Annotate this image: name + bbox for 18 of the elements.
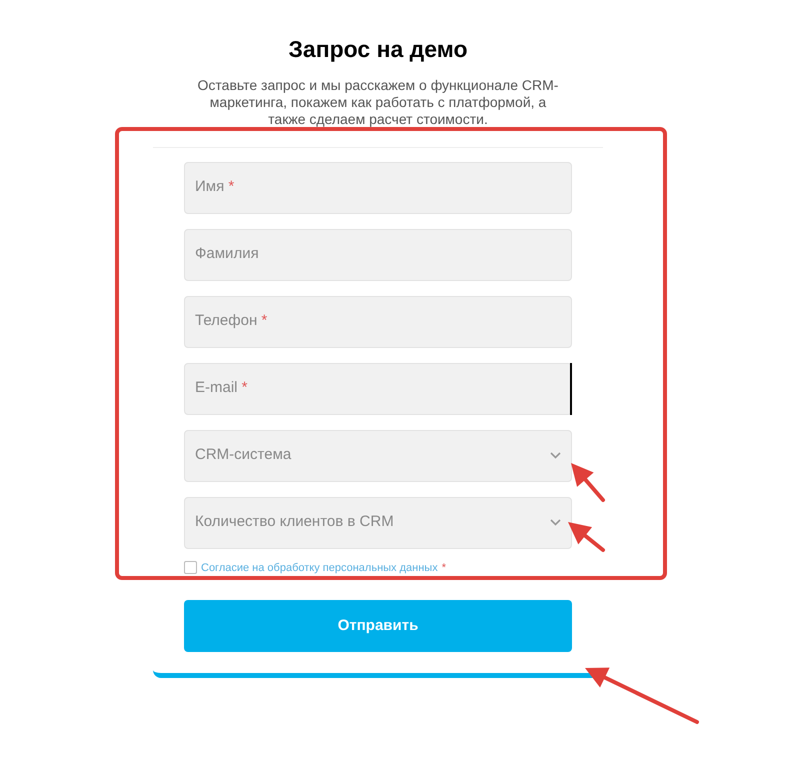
select-placeholder: Количество клиентов в CRM xyxy=(195,512,394,532)
chevron-down-icon xyxy=(550,519,561,526)
select-field[interactable]: CRM-система xyxy=(184,430,572,482)
required-mark: * xyxy=(442,560,446,576)
annotation-arrow xyxy=(571,463,605,502)
form-description: Оставьте запрос и мы расскажем о функционале CRM-маркетинга, покажем как работать с платформой, а также сделаем расчет стоимости. xyxy=(196,76,560,128)
submit-button[interactable]: Отправить xyxy=(184,600,572,652)
annotation-arrow xyxy=(568,522,605,552)
input-field[interactable]: E-mail * xyxy=(184,362,572,415)
consent-link[interactable]: Согласие на обработку персональных данных xyxy=(201,560,438,576)
select-field[interactable]: Количество клиентов в CRM xyxy=(184,496,572,549)
chevron-down-icon xyxy=(550,452,561,460)
select-placeholder: CRM-система xyxy=(195,445,292,466)
consent-checkbox[interactable] xyxy=(184,561,197,574)
input-field[interactable]: Фамилия xyxy=(184,228,572,281)
input-field[interactable]: Телефон * xyxy=(184,296,572,348)
input-field[interactable]: Имя * xyxy=(184,162,572,214)
form-title: Запрос на демо xyxy=(288,36,468,64)
